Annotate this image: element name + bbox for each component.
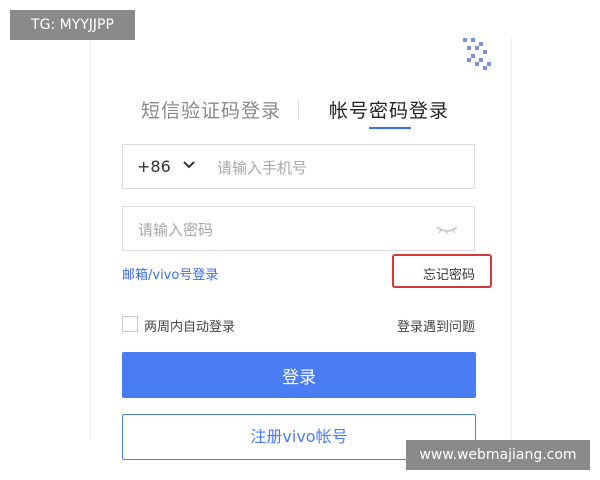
phone-input[interactable] [215,155,459,181]
remember-label: 两周内自动登录 [144,320,236,335]
phone-field: +86 [122,144,475,189]
tab-sms-login[interactable]: 短信验证码登录 [141,96,281,123]
qr-code-icon[interactable] [459,38,495,70]
active-tab-indicator [369,127,411,129]
login-card: 短信验证码登录 帐号密码登录 +86 邮箱/vivo号登录 忘记密码 两周内自动… [90,38,512,460]
eye-closed-icon[interactable] [436,225,458,235]
login-button[interactable]: 登录 [122,352,476,398]
forgot-password-link[interactable]: 忘记密码 [423,264,475,283]
options-row: 两周内自动登录 登录遇到问题 [122,316,475,336]
login-tabs: 短信验证码登录 帐号密码登录 [91,96,511,136]
password-input[interactable] [136,217,430,243]
chevron-down-icon[interactable] [183,161,195,169]
login-trouble-link[interactable]: 登录遇到问题 [397,316,475,335]
watermark-top: TG: MYYJJPP [10,10,135,40]
remember-checkbox[interactable] [122,316,138,332]
links-row: 邮箱/vivo号登录 忘记密码 [122,254,492,288]
tab-divider [298,100,299,120]
watermark-bottom: www.webmajiang.com [406,440,590,470]
tab-password-login[interactable]: 帐号密码登录 [329,96,449,123]
country-code-select[interactable]: +86 [137,157,171,176]
password-field [122,206,475,251]
email-vivo-login-link[interactable]: 邮箱/vivo号登录 [122,264,218,283]
